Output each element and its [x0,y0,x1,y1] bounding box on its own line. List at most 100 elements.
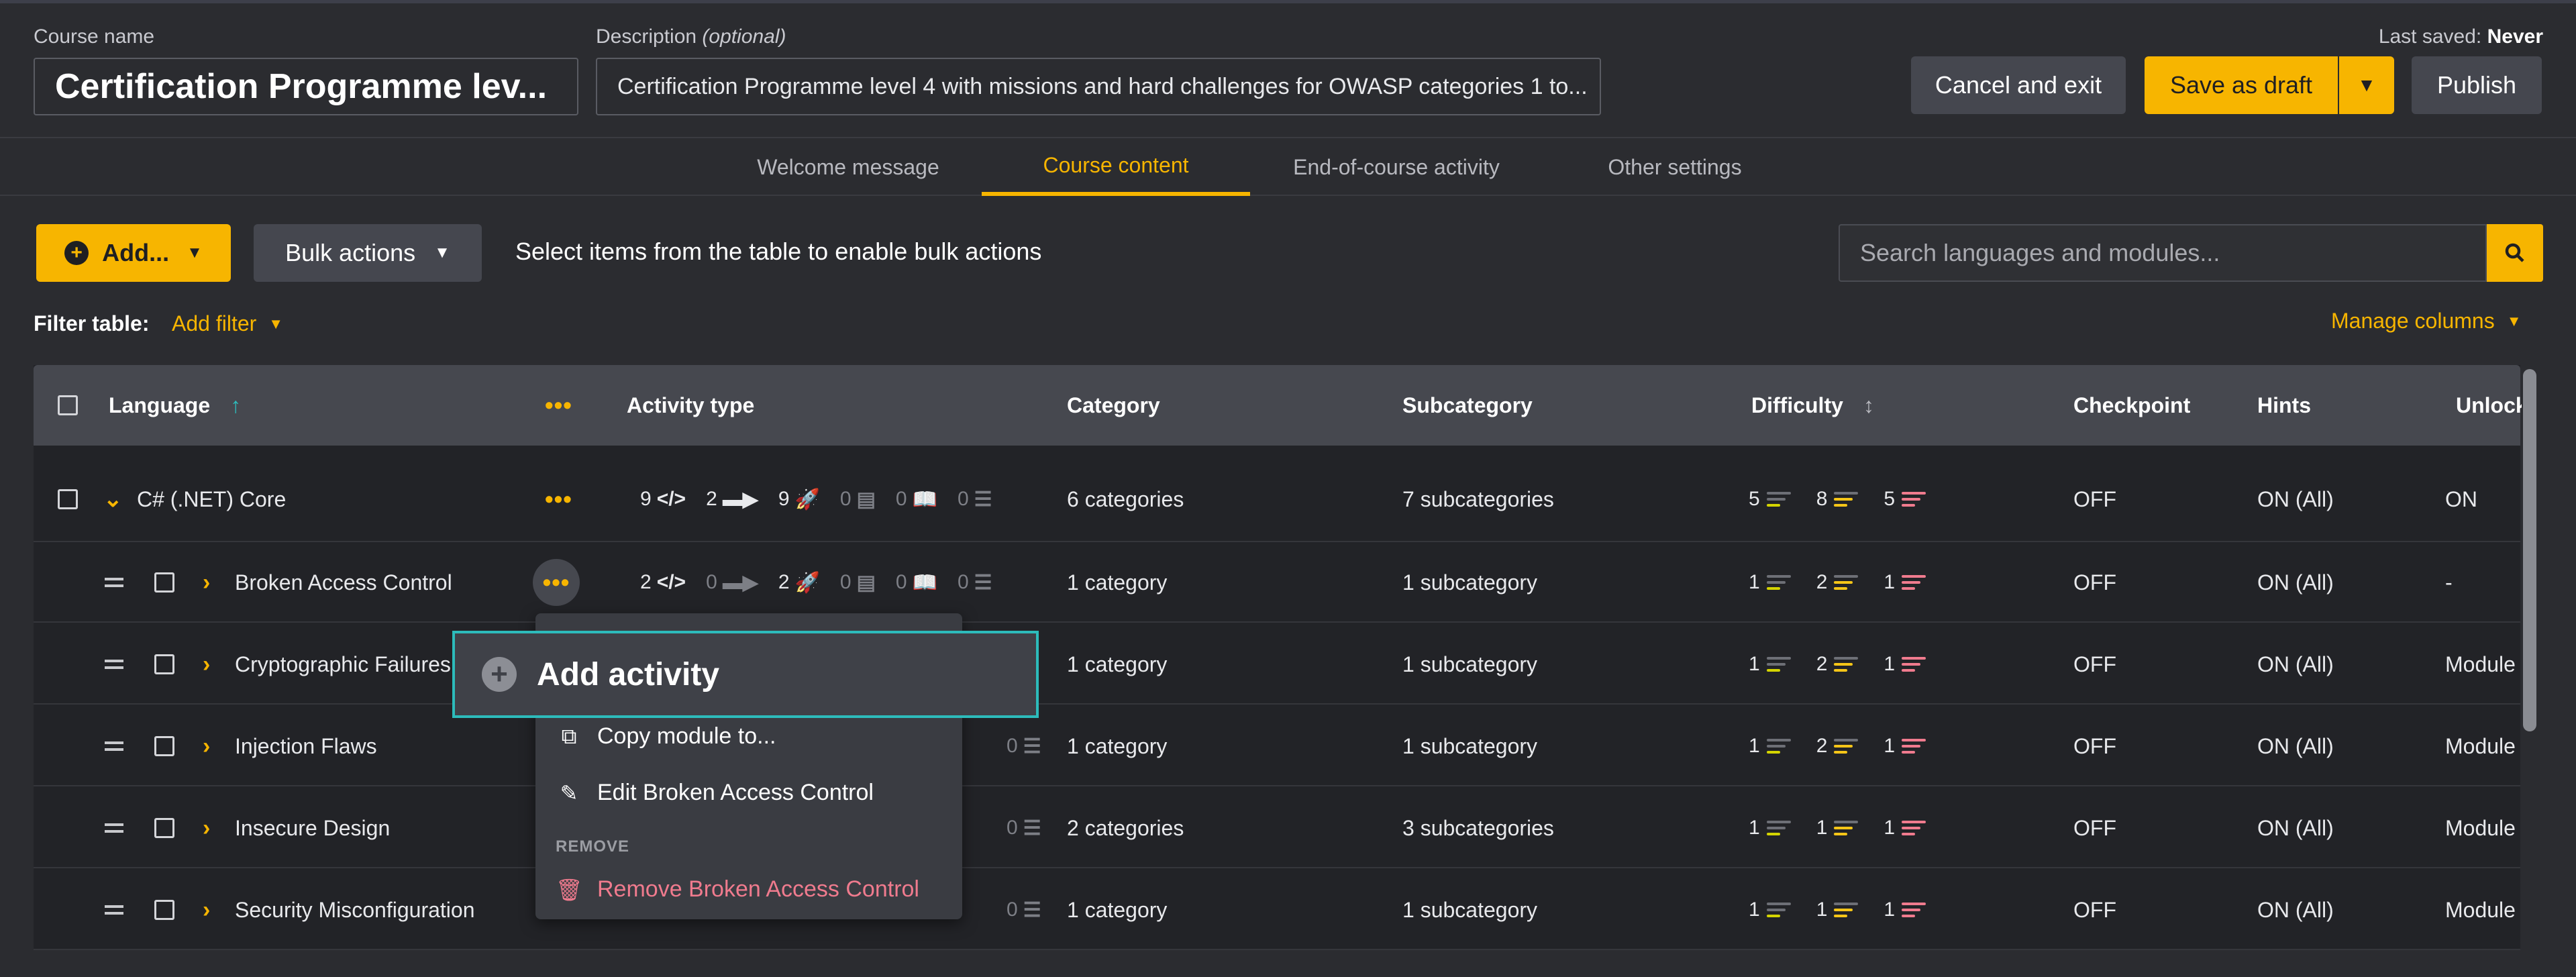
column-language[interactable]: Language ↑ [109,365,241,446]
publish-button[interactable]: Publish [2412,56,2542,114]
unlock-value: Module [2445,733,2516,758]
column-checkpoint[interactable]: Checkpoint [2073,365,2190,446]
manage-columns-label: Manage columns [2331,309,2495,333]
drag-handle-icon[interactable] [105,542,123,623]
language-column-menu[interactable]: ••• [545,365,572,446]
row-checkbox[interactable] [154,542,174,623]
search-input[interactable]: Search languages and modules... [1839,224,2487,282]
easy-count: 5 [1749,488,1760,510]
difficulty-counts: 5 8 5 [1749,459,1951,539]
drag-handle-icon[interactable] [105,788,123,868]
easy-count: 1 [1749,898,1760,921]
column-hints[interactable]: Hints [2257,365,2311,446]
subcategory-value: 1 subcategory [1402,652,1538,676]
drag-handle-icon[interactable] [105,624,123,705]
medium-count: 2 [1816,735,1828,757]
add-filter-link[interactable]: Add filter ▼ [172,311,283,336]
course-name-input[interactable]: Certification Programme lev... [34,58,578,115]
bulk-actions-hint: Select items from the table to enable bu… [515,238,1042,265]
count-guidelines: 0 [895,571,907,593]
hints-value: ON (All) [2257,486,2334,511]
table-row-parent[interactable]: ⌄ C# (.NET) Core ••• 9 </> 2 ▬▶ 9 🚀 0 ▤ 0 📖 0… [34,459,2520,542]
module-name: Cryptographic Failures [235,652,451,676]
column-category[interactable]: Category [1067,365,1160,446]
module-name: Injection Flaws [235,733,377,758]
module-name: Security Misconfiguration [235,897,475,922]
select-all-checkbox[interactable] [58,365,78,446]
table-row-module[interactable]: › Insecure Design 0 ☰ 2 categories 3 subc… [34,788,2520,868]
chevron-right-icon[interactable]: › [203,542,210,623]
row-menu-button[interactable]: ••• [533,542,580,623]
row-checkbox[interactable] [154,706,174,786]
hard-bars-icon [1902,575,1926,590]
row-checkbox[interactable] [154,870,174,950]
easy-count: 1 [1749,571,1760,593]
tab-welcome-message[interactable]: Welcome message [738,138,958,196]
description-input[interactable]: Certification Programme level 4 with mis… [596,58,1601,115]
medium-count: 1 [1816,898,1828,921]
chevron-right-icon[interactable]: › [203,624,210,705]
tab-end-of-course-activity[interactable]: End-of-course activity [1274,138,1519,196]
module-name: Insecure Design [235,815,391,840]
hints-value: ON (All) [2257,652,2334,676]
unlock-value: Module [2445,652,2516,676]
count-videos: 0 [706,571,717,593]
medium-bars-icon [1834,903,1859,917]
add-button[interactable]: + Add... ▼ [36,224,231,282]
search-button[interactable] [2487,224,2543,282]
table-scrollbar-thumb[interactable] [2523,369,2536,731]
cancel-exit-button[interactable]: Cancel and exit [1911,56,2126,114]
chevron-right-icon[interactable]: › [203,870,210,950]
count-quizzes: 0 [1007,898,1018,921]
code-icon: </> [656,488,686,510]
easy-bars-icon [1766,739,1791,754]
row-checkbox[interactable] [154,624,174,705]
table-row-module[interactable]: › Cryptographic Failures 1 category 1 su… [34,624,2520,705]
column-difficulty[interactable]: Difficulty ↕ [1751,365,1874,446]
hard-count: 1 [1884,898,1896,921]
count-quizzes: 0 [1007,817,1018,839]
activity-counts: 0 ☰ [1007,706,1062,786]
checkpoint-value: OFF [2073,897,2116,922]
chevron-right-icon[interactable]: › [203,788,210,868]
unlock-value: Module [2445,897,2516,922]
row-checkbox[interactable] [154,788,174,868]
sliders-icon: ☰ [974,488,992,511]
activity-counts: 9 </> 2 ▬▶ 9 🚀 0 ▤ 0 📖 0 ☰ [640,459,1013,539]
drag-handle-icon[interactable] [105,870,123,950]
tab-course-content[interactable]: Course content [982,138,1250,196]
chevron-right-icon[interactable]: › [203,706,210,786]
column-unlock[interactable]: Unlock [2456,365,2528,446]
save-draft-button[interactable]: Save as draft [2145,56,2338,114]
table-row-module[interactable]: › Injection Flaws 0 ☰ 1 category 1 subcat… [34,706,2520,786]
difficulty-counts: 1 2 1 [1749,624,1951,705]
bulk-actions-button[interactable]: Bulk actions ▼ [254,224,482,282]
menu-item-remove-module[interactable]: 🗑 Remove Broken Access Control [556,876,919,903]
column-activity-type[interactable]: Activity type [627,365,754,446]
table-row-module[interactable]: › Broken Access Control ••• 2 </> 0 ▬▶ 2 🚀 … [34,542,2520,623]
menu-item-edit-module[interactable]: ✎ Edit Broken Access Control [556,780,874,806]
menu-item-edit-label: Edit Broken Access Control [597,780,874,805]
tab-other-settings[interactable]: Other settings [1543,138,1806,196]
caret-down-icon: ▼ [187,244,203,262]
activity-counts: 0 ☰ [1007,870,1062,950]
menu-item-add-activity[interactable]: + Add activity [452,631,1039,718]
menu-item-copy-module[interactable]: ⧉ Copy module to... [556,723,776,750]
column-subcategory[interactable]: Subcategory [1402,365,1533,446]
table-row-module[interactable]: › Security Misconfiguration 0 ☰ 1 categor… [34,870,2520,950]
chevron-down-icon[interactable]: ⌄ [103,459,123,539]
hints-value: ON (All) [2257,897,2334,922]
column-language-label: Language [109,393,211,417]
drag-handle-icon[interactable] [105,706,123,786]
easy-count: 1 [1749,653,1760,675]
easy-bars-icon [1766,903,1791,917]
row-menu-button[interactable]: ••• [545,459,572,539]
checkpoint-value: OFF [2073,733,2116,758]
manage-columns-link[interactable]: Manage columns ▼ [2331,309,2521,333]
row-checkbox[interactable] [58,459,78,539]
add-filter-label: Add filter [172,311,257,336]
medium-count: 2 [1816,571,1828,593]
unlock-value: Module [2445,815,2516,840]
easy-count: 1 [1749,735,1760,757]
save-draft-dropdown[interactable]: ▼ [2339,56,2394,114]
